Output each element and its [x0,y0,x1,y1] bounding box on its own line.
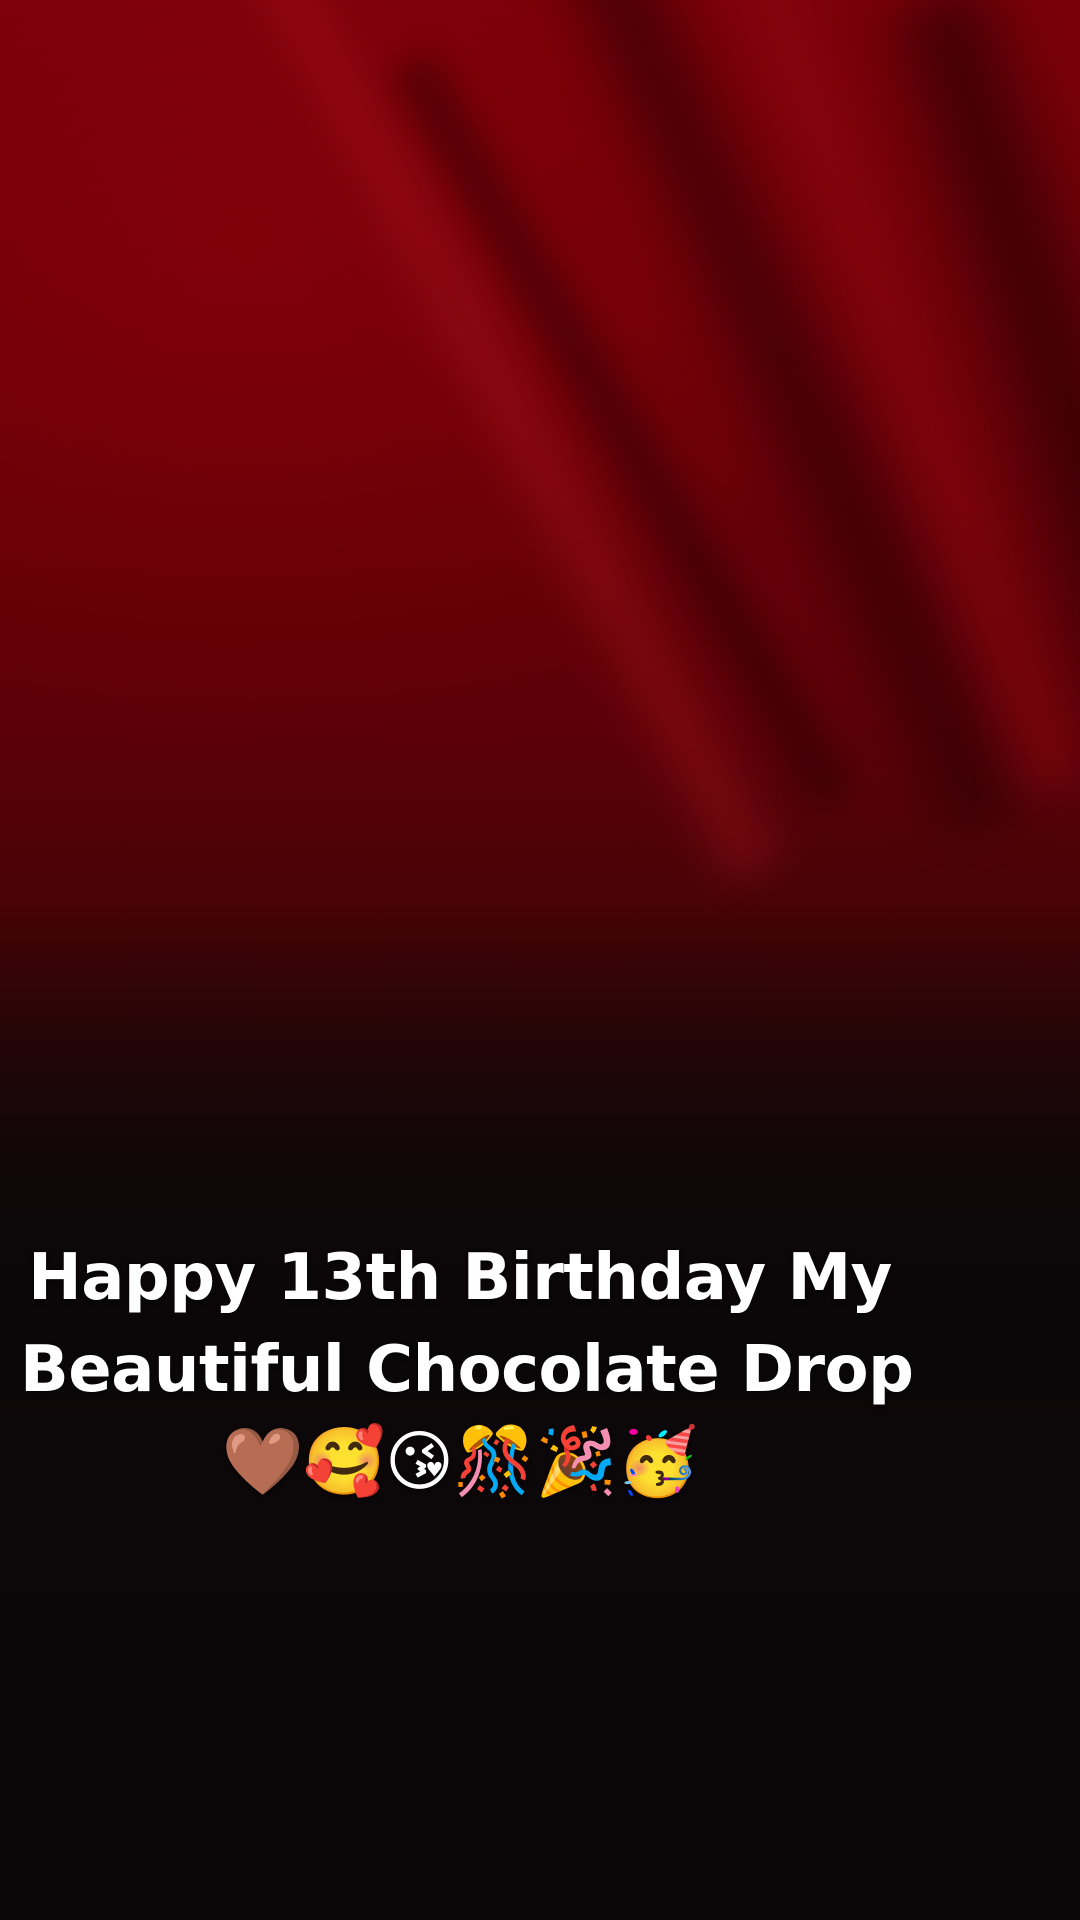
shadow-streak [860,0,1080,924]
light-streak [200,0,796,892]
story-canvas: Happy 13th Birthday My Beautiful Chocola… [0,0,1080,1920]
shadow-streak [520,0,1055,854]
caption-emojis: 🤎🥰😘🎊🎉🥳 [221,1423,699,1500]
shadow-streak [380,45,866,817]
light-streak [700,0,1080,806]
caption-line-2: Beautiful Chocolate Drop [20,1333,914,1407]
caption-line-1: Happy 13th Birthday My [28,1241,892,1315]
birthday-caption: Happy 13th Birthday My Beautiful Chocola… [20,1232,914,1508]
